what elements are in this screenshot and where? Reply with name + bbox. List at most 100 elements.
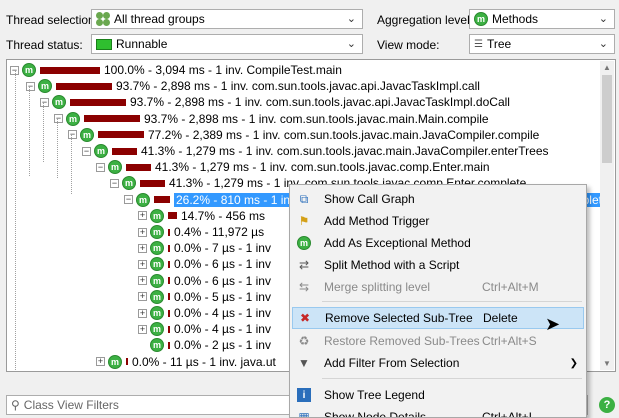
expand-toggle-icon[interactable]: − bbox=[40, 97, 49, 107]
menu-item-shortcut: Delete bbox=[483, 311, 518, 325]
method-icon: m bbox=[80, 127, 94, 142]
tree-row-label: 77.2% - 2,389 ms - 1 inv. com.sun.tools.… bbox=[148, 127, 540, 142]
time-bar bbox=[56, 82, 112, 90]
menu-item-show-call-graph[interactable]: ⧉ Show Call Graph bbox=[292, 188, 584, 210]
menu-item-label: Show Node Details bbox=[324, 410, 427, 418]
menu-item-show-node-details[interactable]: ▦ Show Node Details Ctrl+Alt+I bbox=[292, 406, 584, 418]
time-bar bbox=[168, 309, 170, 317]
tree-row[interactable]: +m0.0% - 2 µs - 1 inv bbox=[138, 337, 271, 353]
mouse-cursor-icon: ➤ bbox=[545, 314, 561, 334]
method-icon: m bbox=[52, 95, 66, 110]
method-icon: m bbox=[108, 370, 122, 371]
help-icon[interactable]: ? bbox=[599, 397, 615, 413]
menu-item-label: Remove Selected Sub-Tree bbox=[325, 311, 473, 325]
tree-row[interactable]: + m 0.0% - 7 µs - 1 inv bbox=[138, 240, 271, 256]
menu-item-split-method[interactable]: ⇄ Split Method with a Script bbox=[292, 254, 584, 276]
tree-guide-line bbox=[15, 70, 16, 371]
aggregation-level-value: Methods bbox=[492, 12, 539, 26]
menu-item-add-method-trigger[interactable]: ⚑ Add Method Trigger bbox=[292, 210, 584, 232]
time-bar bbox=[112, 147, 137, 155]
tree-row[interactable]: − m 93.7% - 2,898 ms - 1 inv. com.sun.tool… bbox=[40, 94, 510, 110]
tree-row[interactable]: − m 100.0% - 3,094 ms - 1 inv. CompileTest… bbox=[10, 62, 342, 78]
expand-toggle-icon[interactable]: + bbox=[96, 357, 105, 367]
scroll-up-icon[interactable]: ▲ bbox=[603, 63, 611, 72]
thread-selection-combo[interactable]: All thread groups ⌄ bbox=[91, 9, 363, 29]
method-icon: m bbox=[94, 144, 108, 158]
tree-row-label: 93.7% - 2,898 ms - 1 inv. com.sun.tools.… bbox=[130, 95, 510, 110]
tree-row-label: 93.7% - 2,898 ms - 1 inv. com.sun.tools.… bbox=[116, 79, 480, 94]
method-icon: m bbox=[474, 12, 488, 26]
tree-row[interactable]: + m 0.0% - 5 µs - 1 inv bbox=[138, 289, 271, 305]
method-icon: m bbox=[150, 338, 164, 353]
expand-toggle-icon[interactable]: + bbox=[138, 292, 147, 302]
menu-item-show-tree-legend[interactable]: i Show Tree Legend bbox=[292, 384, 584, 406]
aggregation-level-label: Aggregation level: bbox=[377, 13, 474, 27]
tree-row[interactable]: + m 0.0% - 6 µs - 1 inv bbox=[138, 273, 271, 289]
filter-icon: ▼ bbox=[298, 356, 310, 370]
chevron-down-icon: ⌄ bbox=[598, 13, 608, 25]
expand-toggle-icon[interactable]: − bbox=[26, 81, 35, 91]
expand-toggle-icon[interactable]: + bbox=[138, 227, 147, 237]
tree-row[interactable]: + m 0.0% - 4 µs - 1 inv bbox=[138, 305, 271, 321]
expand-toggle-icon[interactable]: − bbox=[54, 114, 63, 124]
vertical-scrollbar[interactable]: ▲ ▼ bbox=[600, 61, 614, 370]
tree-guide-line bbox=[43, 102, 44, 162]
view-mode-combo[interactable]: ☰ Tree ⌄ bbox=[469, 34, 615, 54]
time-bar bbox=[168, 244, 170, 252]
time-bar bbox=[98, 131, 144, 139]
view-mode-label: View mode: bbox=[377, 38, 440, 52]
scroll-down-icon[interactable]: ▼ bbox=[603, 359, 611, 368]
tree-row[interactable]: + m 0.0% - 4 µs - 1 inv bbox=[138, 321, 271, 337]
scrollbar-thumb[interactable] bbox=[602, 75, 612, 163]
runnable-status-icon bbox=[96, 38, 112, 50]
tree-row[interactable]: +m0.0% - 3 µs - 1 inv. com.sun bbox=[96, 370, 280, 371]
tree-row[interactable]: −m 41.3% - 1,279 ms - 1 inv. com.sun.tool… bbox=[96, 159, 490, 175]
tree-row[interactable]: − m 93.7% - 2,898 ms - 1 inv. com.sun.tool… bbox=[26, 78, 480, 94]
aggregation-level-combo[interactable]: m Methods ⌄ bbox=[469, 9, 615, 29]
method-icon: m bbox=[150, 306, 164, 320]
remove-subtree-icon: ✖ bbox=[299, 311, 311, 325]
expand-toggle-icon[interactable]: + bbox=[138, 243, 147, 253]
expand-toggle-icon[interactable]: − bbox=[124, 195, 133, 205]
context-menu: ⧉ Show Call Graph ⚑ Add Method Trigger m… bbox=[289, 184, 587, 418]
expand-toggle-icon[interactable]: + bbox=[138, 324, 147, 334]
menu-item-remove-selected-sub-tree[interactable]: ✖ Remove Selected Sub-Tree Delete bbox=[292, 307, 584, 329]
method-icon: m bbox=[150, 289, 164, 304]
chevron-down-icon: ⌄ bbox=[346, 13, 356, 25]
tree-row-label: 93.7% - 2,898 ms - 1 inv. com.sun.tools.… bbox=[144, 111, 489, 126]
tree-guide-line bbox=[29, 86, 30, 176]
menu-item-restore-removed-sub-trees[interactable]: ♻ Restore Removed Sub-Trees Ctrl+Alt+S bbox=[292, 330, 584, 352]
time-bar bbox=[140, 179, 165, 187]
tree-row[interactable]: + m 0.0% - 11 µs - 1 inv. java.ut bbox=[96, 354, 276, 370]
expand-toggle-icon[interactable]: + bbox=[138, 276, 147, 286]
tree-row[interactable]: + m 0.0% - 6 µs - 1 inv bbox=[138, 256, 271, 272]
info-icon: i bbox=[296, 387, 312, 403]
thread-selection-label: Thread selection: bbox=[6, 13, 99, 27]
menu-item-label: Add Filter From Selection bbox=[324, 356, 460, 370]
exceptional-method-icon: m bbox=[296, 235, 312, 251]
expand-toggle-icon[interactable]: + bbox=[138, 211, 147, 221]
tree-row-label: 14.7% - 456 ms bbox=[181, 208, 266, 223]
thread-status-combo[interactable]: Runnable ⌄ bbox=[91, 34, 363, 54]
method-icon: m bbox=[22, 63, 36, 77]
menu-item-add-exceptional-method[interactable]: m Add As Exceptional Method bbox=[292, 232, 584, 254]
menu-item-add-filter-from-selection[interactable]: ▼ Add Filter From Selection ❯ bbox=[292, 352, 584, 374]
method-icon: m bbox=[150, 241, 164, 256]
expand-toggle-icon[interactable]: − bbox=[110, 178, 119, 188]
expand-toggle-icon[interactable]: − bbox=[82, 146, 91, 156]
tree-row[interactable]: − m 77.2% - 2,389 ms - 1 inv. com.sun.tool… bbox=[68, 127, 539, 143]
tree-row[interactable]: − m 93.7% - 2,898 ms - 1 inv. com.sun.tool… bbox=[54, 111, 489, 127]
menu-item-label: Add As Exceptional Method bbox=[324, 236, 471, 250]
tree-row[interactable]: + m 14.7% - 456 ms bbox=[138, 208, 265, 224]
expand-toggle-icon[interactable]: − bbox=[68, 130, 77, 140]
method-icon: m bbox=[150, 208, 164, 223]
tree-row[interactable]: + m 0.4% - 11,972 µs bbox=[138, 224, 264, 240]
tree-row[interactable]: −m 41.3% - 1,279 ms - 1 inv. com.sun.tool… bbox=[82, 143, 549, 159]
menu-item-merge-splitting-level[interactable]: ⇆ Merge splitting level Ctrl+Alt+M bbox=[292, 276, 584, 298]
menu-item-label: Restore Removed Sub-Trees bbox=[324, 334, 480, 348]
expand-toggle-icon[interactable]: + bbox=[138, 308, 147, 318]
tree-row-label: 41.3% - 1,279 ms - 1 inv. com.sun.tools.… bbox=[141, 144, 549, 158]
expand-toggle-icon[interactable]: − bbox=[96, 162, 105, 172]
expand-toggle-icon[interactable]: + bbox=[138, 259, 147, 269]
submenu-arrow-icon: ❯ bbox=[569, 357, 578, 369]
